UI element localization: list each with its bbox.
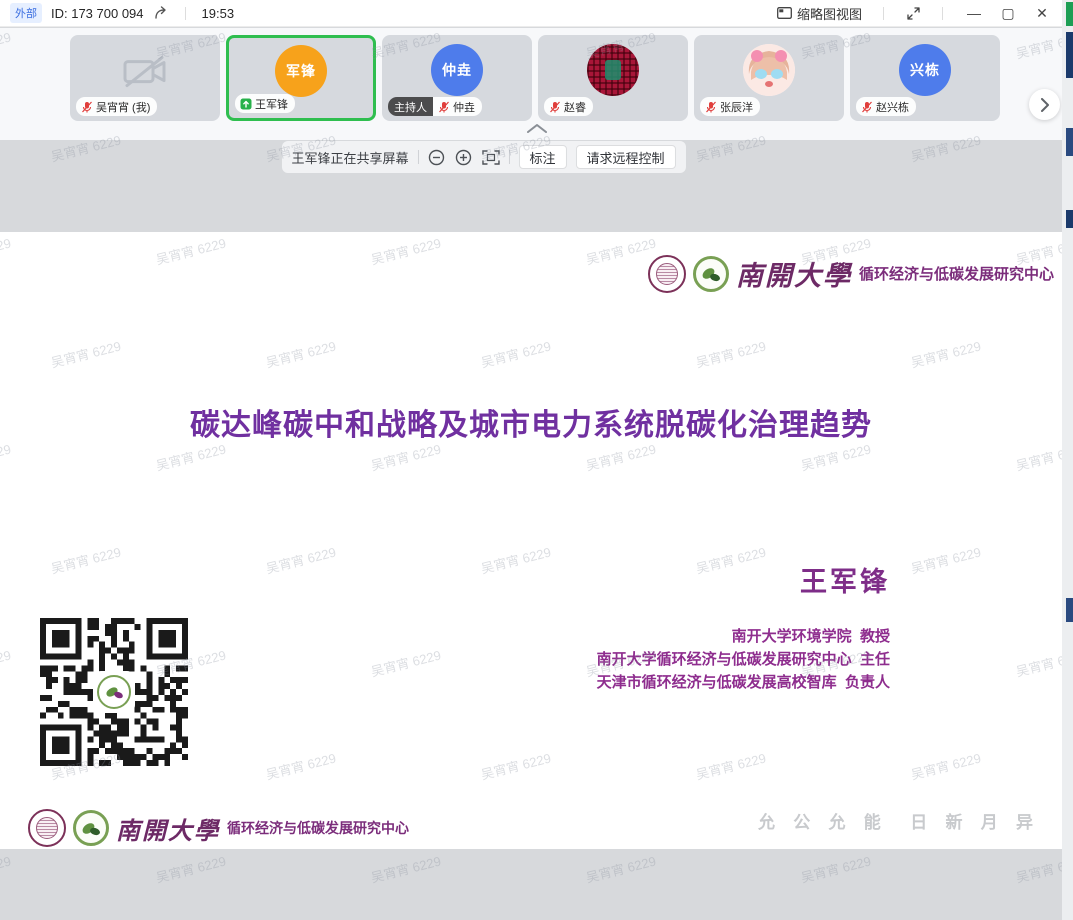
research-center-logo: [73, 810, 109, 846]
avatar-photo: [587, 44, 639, 96]
maximize-button[interactable]: ▢: [998, 5, 1018, 22]
avatar: 兴栋: [899, 44, 951, 96]
participant-tile[interactable]: 兴栋 赵兴栋: [850, 35, 1000, 121]
participant-tile[interactable]: 赵睿: [538, 35, 688, 121]
background-window-sliver: [1062, 0, 1073, 920]
thumbnail-view-toggle[interactable]: 缩略图视图: [777, 4, 862, 23]
external-badge: 外部: [10, 3, 42, 23]
speaker-name: 王军锋: [597, 560, 890, 599]
university-motto: 允 公 允 能 日 新 月 异: [758, 808, 1040, 833]
meeting-time: 19:53: [202, 6, 235, 21]
avatar: 军锋: [275, 45, 327, 97]
divider: [185, 7, 186, 20]
participant-tile-self[interactable]: 吴宵宵 (我): [70, 35, 220, 121]
slide-header-logos: 南開大學 循环经济与低碳发展研究中心: [648, 254, 1054, 293]
org-name: 循环经济与低碳发展研究中心: [227, 818, 409, 838]
close-button[interactable]: ✕: [1032, 5, 1052, 22]
participant-name: 赵睿: [564, 99, 586, 115]
university-seal-logo: [648, 255, 686, 293]
window-titlebar: 外部 ID: 173 700 094 19:53 缩略图视图 — ▢ ✕: [0, 0, 1062, 27]
fullscreen-icon[interactable]: [905, 5, 921, 21]
thumbnail-view-icon: [777, 7, 792, 19]
org-name: 循环经济与低碳发展研究中心: [859, 263, 1054, 284]
affiliation-line: 南开大学环境学院 教授: [597, 625, 890, 648]
copy-share-icon[interactable]: [153, 5, 169, 21]
participant-tile[interactable]: 张辰洋: [694, 35, 844, 121]
participant-tile-host[interactable]: 仲垚 主持人 仲垚: [382, 35, 532, 121]
mic-muted-icon: [861, 101, 873, 113]
participant-tile-active-speaker[interactable]: 军锋 王军锋: [226, 35, 376, 121]
divider: [417, 150, 418, 164]
qr-center-logo: [93, 671, 135, 713]
participant-name: 赵兴栋: [876, 99, 909, 115]
annotate-button[interactable]: 标注: [518, 145, 566, 169]
zoom-out-icon[interactable]: [427, 148, 445, 166]
camera-off-icon: [122, 55, 168, 94]
presentation-slide: 南開大學 循环经济与低碳发展研究中心 碳达峰碳中和战略及城市电力系统脱碳化治理趋…: [0, 232, 1062, 849]
affiliation-line: 南开大学循环经济与低碳发展研究中心 主任: [597, 648, 890, 671]
mic-muted-icon: [438, 101, 450, 113]
avatar-photo: [743, 44, 795, 96]
sharing-status-text: 王军锋正在共享屏幕: [291, 148, 408, 167]
university-name-calligraphy: 南開大學: [116, 811, 220, 846]
mic-muted-icon: [705, 101, 717, 113]
slide-title: 碳达峰碳中和战略及城市电力系统脱碳化治理趋势: [0, 400, 1062, 444]
university-name-calligraphy: 南開大學: [736, 254, 852, 293]
meeting-id: ID: 173 700 094: [51, 6, 144, 21]
request-remote-control-button[interactable]: 请求远程控制: [576, 145, 676, 169]
next-participants-button[interactable]: [1029, 89, 1060, 120]
divider: [508, 150, 509, 164]
university-seal-logo: [28, 809, 66, 847]
mic-muted-icon: [81, 101, 93, 113]
shared-screen-area: 南開大學 循环经济与低碳发展研究中心 碳达峰碳中和战略及城市电力系统脱碳化治理趋…: [0, 140, 1062, 920]
minimize-button[interactable]: —: [964, 5, 984, 21]
speaker-block: 王军锋 南开大学环境学院 教授 南开大学循环经济与低碳发展研究中心 主任 天津市…: [597, 560, 890, 694]
fit-to-screen-icon[interactable]: [481, 148, 499, 166]
screen-share-icon: [240, 98, 252, 110]
participant-name: 仲垚: [453, 99, 475, 115]
participant-name: 吴宵宵 (我): [96, 99, 150, 115]
share-toolbar: 王军锋正在共享屏幕 标注 请求远程控制: [281, 141, 685, 173]
mic-muted-icon: [549, 101, 561, 113]
participant-name: 张辰洋: [720, 99, 753, 115]
thumbnail-view-label: 缩略图视图: [797, 4, 862, 23]
zoom-in-icon[interactable]: [454, 148, 472, 166]
research-center-logo: [693, 256, 729, 292]
collapse-strip-button[interactable]: [524, 121, 550, 135]
divider: [883, 7, 884, 20]
qr-code: [40, 618, 188, 766]
participant-name: 王军锋: [255, 96, 288, 112]
avatar: 仲垚: [431, 44, 483, 96]
affiliation-line: 天津市循环经济与低碳发展高校智库 负责人: [597, 671, 890, 694]
host-badge: 主持人: [388, 97, 433, 116]
divider: [942, 7, 943, 20]
slide-footer-logos: 南開大學 循环经济与低碳发展研究中心: [28, 809, 409, 847]
chevron-right-icon: [1040, 98, 1050, 112]
